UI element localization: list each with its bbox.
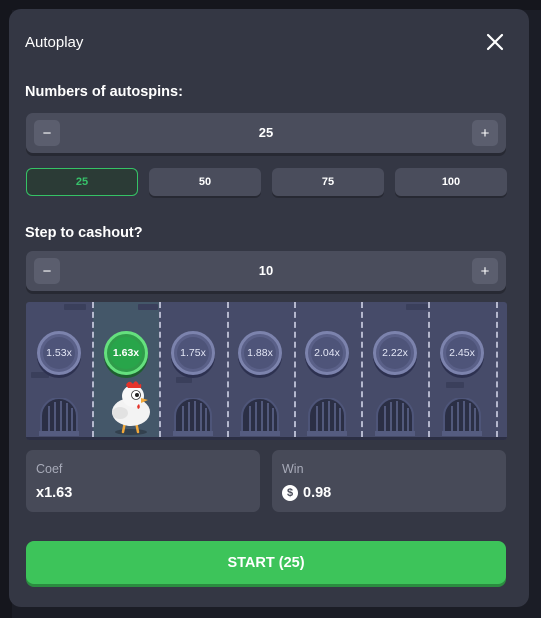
sewer-gate-icon [442,398,482,436]
preset-100-button[interactable]: 100 [395,168,507,196]
autospins-label: Numbers of autospins: [25,84,183,100]
lane-divider [227,302,229,437]
game-track: 1.53x 1.63x 1.75x 1.88x 2.04x 2.22x 2.45… [26,302,507,440]
multiplier-coin[interactable]: 1.88x [238,331,282,375]
multiplier-value: 1.53x [43,337,75,369]
preset-25-button[interactable]: 25 [26,168,138,196]
start-button[interactable]: START (25) [26,541,506,584]
autoplay-modal: Autoplay Numbers of autospins: − 25 + 25… [9,9,529,607]
autospins-increment-button[interactable]: + [472,120,498,146]
multiplier-value: 1.75x [177,337,209,369]
coef-panel: Coef x1.63 [26,450,260,512]
cashout-increment-button[interactable]: + [472,258,498,284]
wall-brick [31,372,49,378]
lane-divider [361,302,363,437]
sewer-gate-icon [39,398,79,436]
autospins-presets: 25 50 75 100 [26,168,507,196]
multiplier-coin[interactable]: 2.04x [305,331,349,375]
win-value: 0.98 [303,485,332,501]
close-button[interactable] [484,31,506,53]
track-floor [26,437,507,440]
win-label: Win [282,462,304,476]
multiplier-value: 1.88x [244,337,276,369]
multiplier-value: 2.45x [446,337,478,369]
lane-divider [294,302,296,437]
win-amount: $ 0.98 [282,485,331,501]
wall-brick [176,377,192,383]
cashout-value: 10 [258,263,274,278]
multiplier-coin[interactable]: 1.53x [37,331,81,375]
sewer-gate-icon [240,398,280,436]
dollar-coin-icon: $ [282,485,298,501]
preset-50-button[interactable]: 50 [149,168,261,196]
sewer-gate-icon [307,398,347,436]
close-icon [486,33,504,51]
multiplier-coin[interactable]: 1.75x [171,331,215,375]
sewer-gate-icon [173,398,213,436]
multiplier-value: 2.22x [379,337,411,369]
lane-divider [159,302,161,437]
multiplier-value: 1.63x [110,337,142,369]
lane-divider [496,302,498,437]
multiplier-value: 2.04x [311,337,343,369]
preset-75-button[interactable]: 75 [272,168,384,196]
lane-divider [428,302,430,437]
sewer-gate-icon [375,398,415,436]
wall-brick [64,304,86,310]
multiplier-coin[interactable]: 2.45x [440,331,484,375]
chicken-character-icon [106,378,156,436]
autospins-stepper: − 25 + [26,113,506,153]
coef-value: x1.63 [36,485,73,501]
coef-label: Coef [36,462,63,476]
multiplier-coin-current[interactable]: 1.63x [104,331,148,375]
wall-brick [406,304,428,310]
win-panel: Win $ 0.98 [272,450,506,512]
modal-title: Autoplay [25,34,84,51]
cashout-stepper: − 10 + [26,251,506,291]
wall-brick [138,304,158,310]
lane-divider [92,302,94,437]
multiplier-coin[interactable]: 2.22x [373,331,417,375]
cashout-label: Step to cashout? [25,225,143,241]
wall-brick [446,382,464,388]
autospins-value: 25 [258,125,274,140]
